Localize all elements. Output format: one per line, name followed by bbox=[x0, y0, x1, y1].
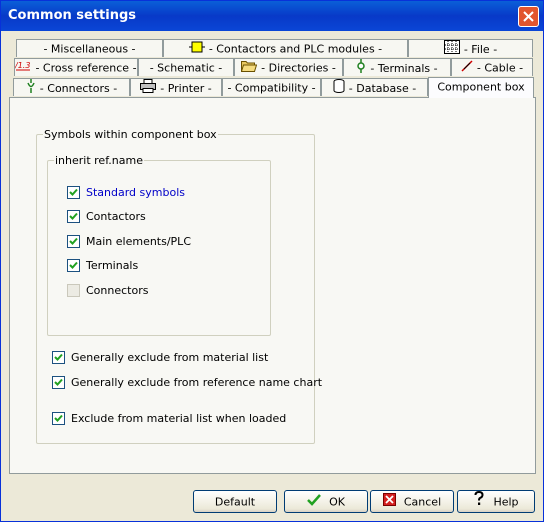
grid-file-icon bbox=[443, 40, 460, 59]
tab-file[interactable]: - File - bbox=[408, 39, 533, 57]
tab-panel-component-box: Symbols within component box inherit ref… bbox=[9, 97, 536, 474]
tab-label: - Database - bbox=[348, 82, 417, 95]
inherit-group-legend: inherit ref.name bbox=[54, 154, 144, 167]
tab-printer[interactable]: - Printer - bbox=[130, 78, 222, 96]
database-icon bbox=[333, 79, 345, 98]
checkmark-icon bbox=[69, 237, 78, 245]
ok-button-label: OK bbox=[329, 495, 345, 509]
cancel-icon bbox=[382, 492, 396, 513]
terminals-label: Terminals bbox=[86, 259, 139, 272]
tab-label: - Contactors and PLC modules - bbox=[208, 42, 383, 56]
tab-label: - Connectors - bbox=[39, 82, 118, 95]
terminal-icon bbox=[356, 59, 366, 78]
tab-label: - Schematic - bbox=[149, 61, 223, 75]
cable-icon bbox=[461, 59, 473, 77]
help-icon bbox=[473, 490, 485, 513]
tab-label: - Directories - bbox=[261, 61, 336, 75]
standard-symbols-label: Standard symbols bbox=[86, 186, 185, 199]
exclude-reference-name-chart-label: Generally exclude from reference name ch… bbox=[71, 376, 323, 389]
help-button[interactable]: Help bbox=[457, 490, 535, 513]
cross-reference-icon: /1.3 bbox=[14, 60, 31, 77]
help-button-label: Help bbox=[493, 495, 519, 509]
checkmark-icon bbox=[54, 353, 63, 361]
exclude-reference-name-chart-checkbox[interactable] bbox=[52, 376, 65, 389]
tab-compatibility[interactable]: - Compatibility - bbox=[222, 78, 321, 96]
tab-label: Component box bbox=[437, 80, 525, 94]
checkmark-icon bbox=[69, 261, 78, 269]
checkmark-icon bbox=[54, 414, 63, 422]
ok-button[interactable]: OK bbox=[284, 490, 368, 513]
contactors-label: Contactors bbox=[86, 210, 146, 223]
close-button[interactable] bbox=[518, 6, 539, 27]
connector-icon bbox=[26, 79, 36, 98]
connectors-checkbox[interactable] bbox=[67, 284, 80, 297]
tab-database[interactable]: - Database - bbox=[321, 78, 428, 96]
checkmark-icon bbox=[307, 492, 321, 513]
tab-label: - Cross reference - bbox=[35, 61, 137, 75]
tab-label: - Printer - bbox=[160, 82, 212, 95]
connectors-label: Connectors bbox=[86, 284, 149, 297]
tab-label: - Terminals - bbox=[370, 62, 438, 75]
common-settings-window: Common settings - Miscellaneous - - Cont… bbox=[0, 0, 544, 522]
exclude-material-list-label: Generally exclude from material list bbox=[71, 351, 269, 364]
main-elements-plc-checkbox[interactable] bbox=[67, 235, 80, 248]
contactors-checkbox[interactable] bbox=[67, 210, 80, 223]
tab-terminals[interactable]: - Terminals - bbox=[343, 58, 451, 76]
window-title: Common settings bbox=[8, 8, 137, 23]
checkmark-icon bbox=[69, 212, 78, 220]
tab-cable[interactable]: - Cable - bbox=[451, 58, 533, 76]
main-elements-plc-label: Main elements/PLC bbox=[86, 235, 191, 248]
symbols-group-legend: Symbols within component box bbox=[43, 128, 218, 141]
tab-label: - Cable - bbox=[476, 61, 524, 75]
folder-icon bbox=[240, 59, 258, 77]
default-button[interactable]: Default bbox=[193, 490, 277, 513]
cancel-button[interactable]: Cancel bbox=[370, 490, 454, 513]
tab-miscellaneous[interactable]: - Miscellaneous - bbox=[16, 39, 163, 57]
tab-label: - Compatibility - bbox=[227, 81, 316, 95]
tab-contactors-plc[interactable]: - Contactors and PLC modules - bbox=[163, 39, 408, 57]
tab-schematic[interactable]: - Schematic - bbox=[138, 58, 234, 76]
tab-label: - File - bbox=[463, 43, 498, 56]
exclude-when-loaded-label: Exclude from material list when loaded bbox=[71, 412, 287, 425]
tab-cross-reference[interactable]: /1.3 - Cross reference - bbox=[14, 58, 138, 76]
terminals-checkbox[interactable] bbox=[67, 259, 80, 272]
close-icon bbox=[523, 11, 534, 22]
tab-component-box[interactable]: Component box bbox=[428, 77, 534, 98]
tab-directories[interactable]: - Directories - bbox=[234, 58, 343, 76]
default-button-label: Default bbox=[214, 495, 256, 509]
checkmark-icon bbox=[54, 378, 63, 386]
standard-symbols-checkbox[interactable] bbox=[67, 186, 80, 199]
contactor-icon bbox=[188, 41, 205, 58]
title-bar[interactable]: Common settings bbox=[1, 1, 543, 31]
printer-icon bbox=[140, 79, 157, 98]
cancel-button-label: Cancel bbox=[403, 495, 442, 509]
exclude-when-loaded-checkbox[interactable] bbox=[52, 412, 65, 425]
tab-label: - Miscellaneous - bbox=[43, 42, 136, 56]
tab-connectors[interactable]: - Connectors - bbox=[13, 78, 130, 96]
checkmark-icon bbox=[69, 188, 78, 196]
svg-text:/1.3: /1.3 bbox=[15, 61, 30, 70]
exclude-material-list-checkbox[interactable] bbox=[52, 351, 65, 364]
